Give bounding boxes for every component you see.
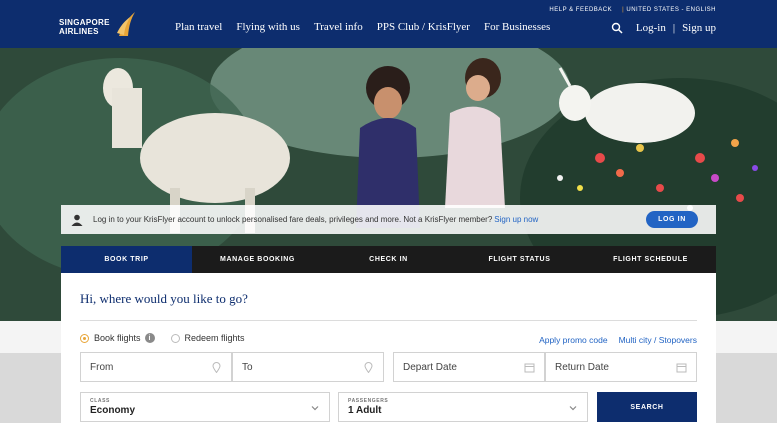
depart-date-field[interactable]: Depart Date — [393, 352, 545, 382]
return-date-field[interactable]: Return Date — [545, 352, 697, 382]
book-flights-label[interactable]: Book flights — [94, 333, 141, 343]
to-placeholder: To — [242, 361, 253, 373]
tab-manage-booking[interactable]: MANAGE BOOKING — [192, 246, 323, 273]
tab-flight-schedule[interactable]: FLIGHT SCHEDULE — [585, 246, 716, 273]
user-icon — [71, 214, 83, 226]
login-bar-message: Log in to your KrisFlyer account to unlo… — [93, 215, 493, 224]
main-nav: Plan travel Flying with us Travel info P… — [175, 21, 550, 33]
redeem-flights-label[interactable]: Redeem flights — [185, 333, 245, 343]
signup-link[interactable]: Sign up — [682, 22, 716, 34]
redeem-flights-radio[interactable] — [170, 333, 180, 343]
nav-plan-travel[interactable]: Plan travel — [175, 21, 222, 33]
login-button[interactable]: LOG IN — [646, 211, 698, 228]
booking-panel: Hi, where would you like to go? Book fli… — [61, 273, 716, 423]
search-icon[interactable] — [611, 22, 623, 34]
depart-date-placeholder: Depart Date — [403, 361, 457, 373]
location-pin-icon — [364, 362, 373, 373]
signup-now-link[interactable]: Sign up now — [494, 215, 538, 224]
booking-title: Hi, where would you like to go? — [80, 291, 248, 306]
booking-type-options: Book flights i Redeem flights — [80, 333, 245, 343]
site-header: SINGAPORE AIRLINES Plan travel Flying wi… — [0, 0, 777, 48]
nav-pps-club-krisflyer[interactable]: PPS Club / KrisFlyer — [377, 21, 470, 33]
return-date-placeholder: Return Date — [555, 361, 609, 373]
booking-links: Apply promo code Multi city / Stopovers — [539, 335, 697, 345]
to-field[interactable]: To — [232, 352, 384, 382]
apply-promo-code-link[interactable]: Apply promo code — [539, 335, 608, 345]
divider — [80, 320, 697, 321]
utility-links: HELP & FEEDBACK | UNITED STATES - ENGLIS… — [549, 7, 716, 13]
login-link[interactable]: Log-in — [636, 22, 666, 34]
multi-city-stopovers-link[interactable]: Multi city / Stopovers — [619, 335, 697, 345]
from-placeholder: From — [90, 361, 114, 373]
singapore-airlines-logo[interactable]: SINGAPORE AIRLINES — [59, 11, 139, 39]
class-value: Economy — [90, 405, 136, 416]
locale-selector[interactable]: UNITED STATES - ENGLISH — [626, 7, 716, 13]
separator: | — [622, 7, 625, 13]
booking-tabs: BOOK TRIP MANAGE BOOKING CHECK IN FLIGHT… — [61, 246, 716, 273]
passengers-caption: PASSENGERS — [348, 398, 389, 404]
account-actions: Log-in | Sign up — [611, 22, 716, 34]
info-icon[interactable]: i — [144, 333, 155, 343]
separator: | — [672, 22, 676, 34]
from-field[interactable]: From — [80, 352, 232, 382]
class-select[interactable]: CLASS Economy — [80, 392, 330, 422]
class-caption: CLASS — [90, 398, 110, 404]
kris-bird-icon — [117, 12, 135, 36]
logo-line1: SINGAPORE — [59, 18, 110, 27]
tab-book-trip[interactable]: BOOK TRIP — [61, 246, 192, 273]
passengers-value: 1 Adult — [348, 405, 382, 416]
book-flights-radio[interactable] — [80, 333, 89, 343]
calendar-icon — [524, 363, 535, 373]
krisflyer-login-bar: Log in to your KrisFlyer account to unlo… — [61, 205, 716, 234]
location-pin-icon — [212, 362, 221, 373]
chevron-down-icon — [569, 406, 577, 411]
tab-flight-status[interactable]: FLIGHT STATUS — [454, 246, 585, 273]
chevron-down-icon — [311, 406, 319, 411]
tab-check-in[interactable]: CHECK IN — [323, 246, 454, 273]
help-feedback-link[interactable]: HELP & FEEDBACK — [549, 7, 612, 13]
passengers-select[interactable]: PASSENGERS 1 Adult — [338, 392, 588, 422]
logo-line2: AIRLINES — [59, 27, 99, 36]
search-button[interactable]: SEARCH — [597, 392, 697, 422]
nav-for-businesses[interactable]: For Businesses — [484, 21, 550, 33]
calendar-icon — [676, 363, 687, 373]
nav-travel-info[interactable]: Travel info — [314, 21, 363, 33]
nav-flying-with-us[interactable]: Flying with us — [236, 21, 300, 33]
